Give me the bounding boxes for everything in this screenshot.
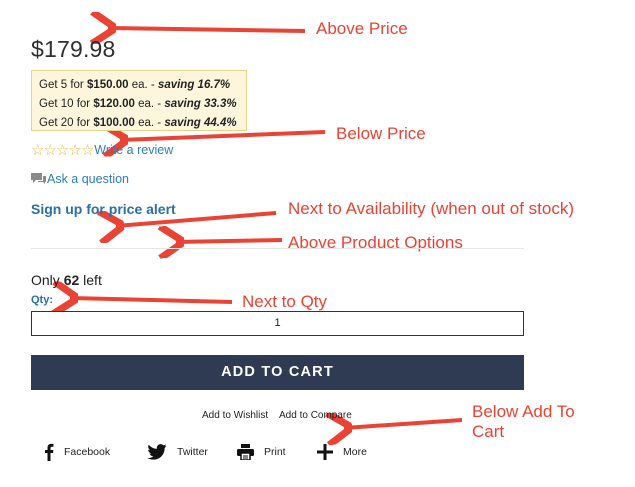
twitter-label: Twitter [177, 446, 208, 458]
quantity-input[interactable]: 1 [31, 311, 524, 336]
tier-mid: ea. - [134, 117, 165, 129]
tier-saving: saving 16.7% [157, 79, 231, 91]
twitter-icon [147, 444, 167, 460]
star-outline-icon[interactable]: ☆ [43, 143, 56, 158]
share-twitter-button[interactable]: Twitter [147, 442, 208, 462]
write-review-link[interactable]: Write a review [94, 143, 173, 157]
annotation-below-add-to-cart: Below Add To Cart [472, 402, 575, 442]
chat-bubble-icon [31, 173, 46, 184]
arrow-product-options [176, 240, 283, 242]
facebook-icon [45, 443, 54, 461]
stock-count: 62 [63, 272, 80, 288]
tier-pricing-box: Get 5 for $150.00 ea. - saving 16.7% Get… [31, 70, 247, 131]
share-print-button[interactable]: Print [237, 442, 286, 462]
more-label: More [343, 446, 367, 458]
annotation-below-cart-line2: Cart [472, 422, 505, 441]
tier-mid: ea. - [128, 79, 158, 91]
tier-line: Get 5 for $150.00 ea. - saving 16.7% [39, 76, 246, 95]
annotation-next-to-availability: Next to Availability (when out of stock) [288, 199, 574, 218]
star-outline-icon[interactable]: ☆ [81, 143, 94, 158]
tier-prefix: Get 20 for [39, 117, 94, 129]
tier-mid: ea. - [134, 98, 165, 110]
add-to-wishlist-link[interactable]: Add to Wishlist [202, 410, 268, 421]
stock-prefix: Only [31, 272, 64, 288]
facebook-label: Facebook [64, 446, 111, 458]
arrow-qty [70, 298, 233, 302]
annotation-below-price: Below Price [336, 124, 426, 143]
print-label: Print [264, 446, 286, 458]
tier-price: $120.00 [93, 98, 135, 110]
ask-question-link[interactable]: Ask a question [47, 172, 129, 186]
printer-icon [237, 444, 254, 460]
tier-price: $150.00 [86, 79, 129, 91]
product-price: $179.98 [31, 36, 116, 62]
plus-icon [317, 444, 333, 460]
star-outline-icon[interactable]: ☆ [31, 143, 44, 158]
tier-line: Get 10 for $120.00 ea. - saving 33.3% [39, 95, 246, 114]
tier-saving: saving 44.4% [164, 117, 237, 129]
stock-suffix: left [79, 272, 102, 288]
tier-price: $100.00 [93, 117, 135, 129]
share-facebook-button[interactable]: Facebook [44, 442, 110, 462]
rating-stars[interactable]: ☆ ☆ ☆ ☆ ☆ Write a review [31, 142, 173, 158]
tier-prefix: Get 5 for [39, 79, 87, 91]
divider [31, 248, 524, 249]
annotation-above-price: Above Price [316, 19, 408, 38]
add-to-compare-link[interactable]: Add to Compare [279, 410, 352, 421]
arrow-above-price [108, 28, 306, 31]
arrow-below-cart [344, 420, 463, 428]
annotation-next-to-qty: Next to Qty [242, 292, 328, 311]
price-alert-link[interactable]: Sign up for price alert [31, 201, 176, 217]
annotation-below-cart-line1: Below Add To [472, 402, 575, 421]
share-more-button[interactable]: More [317, 442, 367, 462]
tier-saving: saving 33.3% [164, 98, 237, 110]
annotation-above-product-options: Above Product Options [288, 233, 463, 252]
add-to-cart-button[interactable]: ADD TO CART [31, 355, 524, 390]
ask-question-row[interactable]: Ask a question [31, 172, 129, 186]
stock-availability: Only 62 left [31, 272, 102, 288]
star-outline-icon[interactable]: ☆ [68, 143, 81, 158]
arrow-below-price [120, 132, 326, 140]
qty-label: Qty: [31, 294, 53, 306]
tier-prefix: Get 10 for [39, 98, 94, 110]
tier-line: Get 20 for $100.00 ea. - saving 44.4% [39, 114, 246, 133]
star-outline-icon[interactable]: ☆ [56, 143, 69, 158]
